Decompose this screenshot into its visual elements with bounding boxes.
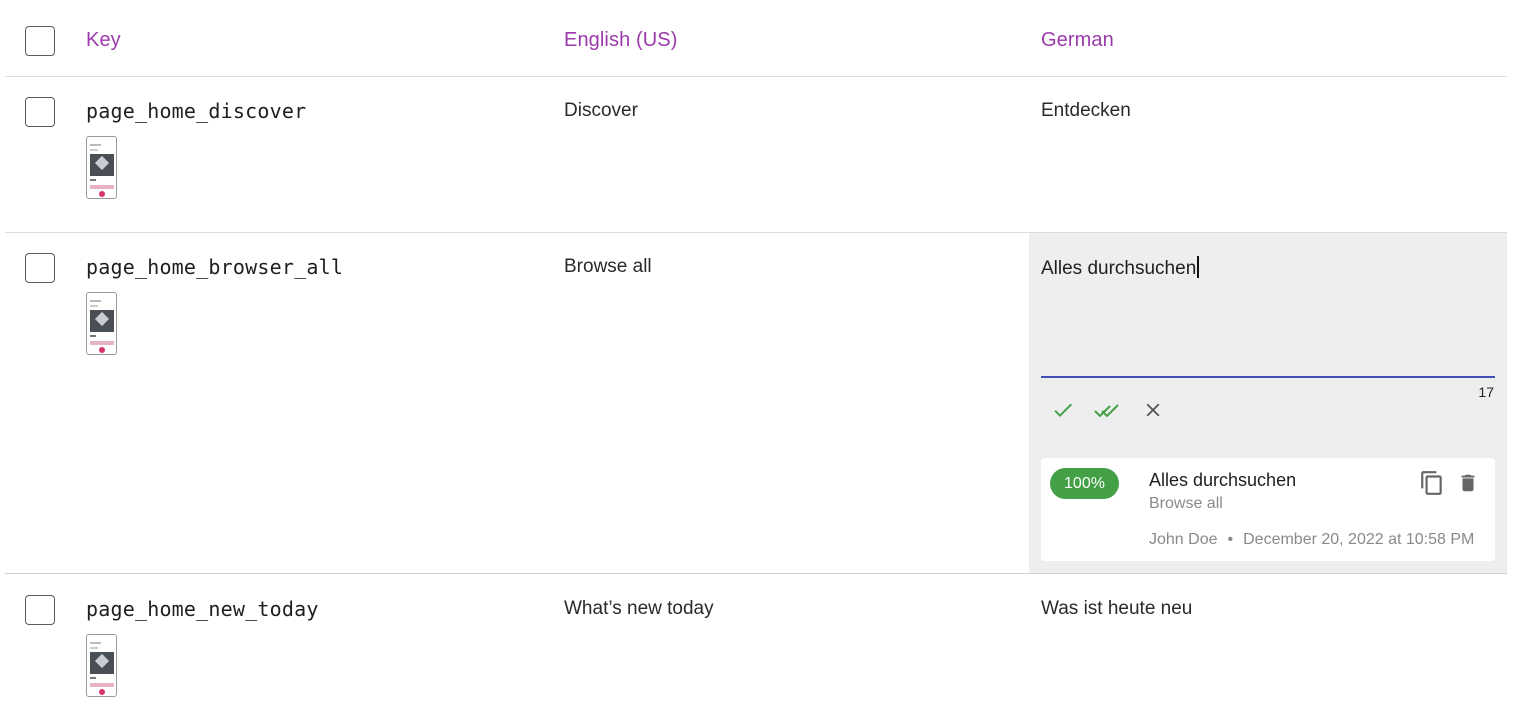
column-header-key[interactable]: Key [86,29,121,52]
suggestion-date: December 20, 2022 at 10:58 PM [1243,531,1475,548]
row-checkbox[interactable] [25,595,55,625]
suggestion-target-text: Alles durchsuchen [1149,470,1297,490]
translation-input-value: Alles durchsuchen [1041,258,1197,279]
check-icon [1054,403,1072,417]
select-all-checkbox[interactable] [25,26,55,56]
close-icon [1146,403,1160,417]
screenshot-thumbnail[interactable] [86,634,117,697]
translation-memory-suggestion[interactable]: 100% Alles durchsuchen Browse all John D… [1041,458,1495,561]
header-divider [5,76,1507,77]
row-checkbox[interactable] [25,253,55,283]
character-count: 17 [1478,384,1494,400]
row-divider [5,573,1507,574]
translation-key: page_home_browser_all [86,255,344,279]
translation-text[interactable]: Entdecken [1041,100,1131,122]
text-caret [1197,256,1200,278]
input-underline [1041,376,1495,378]
source-text: Browse all [564,256,652,277]
save-and-approve-button[interactable] [1092,395,1122,425]
meta-separator: • [1227,531,1234,548]
screenshot-thumbnail[interactable] [86,292,117,355]
column-header-german[interactable]: German [1041,29,1114,52]
match-percentage-badge: 100% [1050,468,1119,499]
suggestion-author: John Doe [1149,531,1218,548]
translation-key: page_home_new_today [86,597,319,621]
suggestion-meta: John Doe • December 20, 2022 at 10:58 PM [1149,531,1474,549]
cancel-button[interactable] [1138,395,1168,425]
source-text: What’s new today [564,598,714,619]
column-header-english[interactable]: English (US) [564,29,677,52]
translation-input[interactable]: Alles durchsuchen [1041,256,1200,280]
delete-icon [1461,474,1475,492]
translation-editor: Alles durchsuchen 17 100% Alles durchsuc… [1029,233,1507,573]
screenshot-thumbnail[interactable] [86,136,117,199]
translation-text[interactable]: Was ist heute neu [1041,598,1192,620]
save-button[interactable] [1048,395,1078,425]
suggestion-source-text: Browse all [1149,495,1223,512]
double-check-icon [1094,404,1119,418]
row-checkbox[interactable] [25,97,55,127]
copy-button[interactable] [1419,470,1445,496]
translation-key: page_home_discover [86,99,307,123]
source-text: Discover [564,100,638,121]
copy-icon [1421,471,1442,495]
delete-button[interactable] [1455,470,1481,496]
